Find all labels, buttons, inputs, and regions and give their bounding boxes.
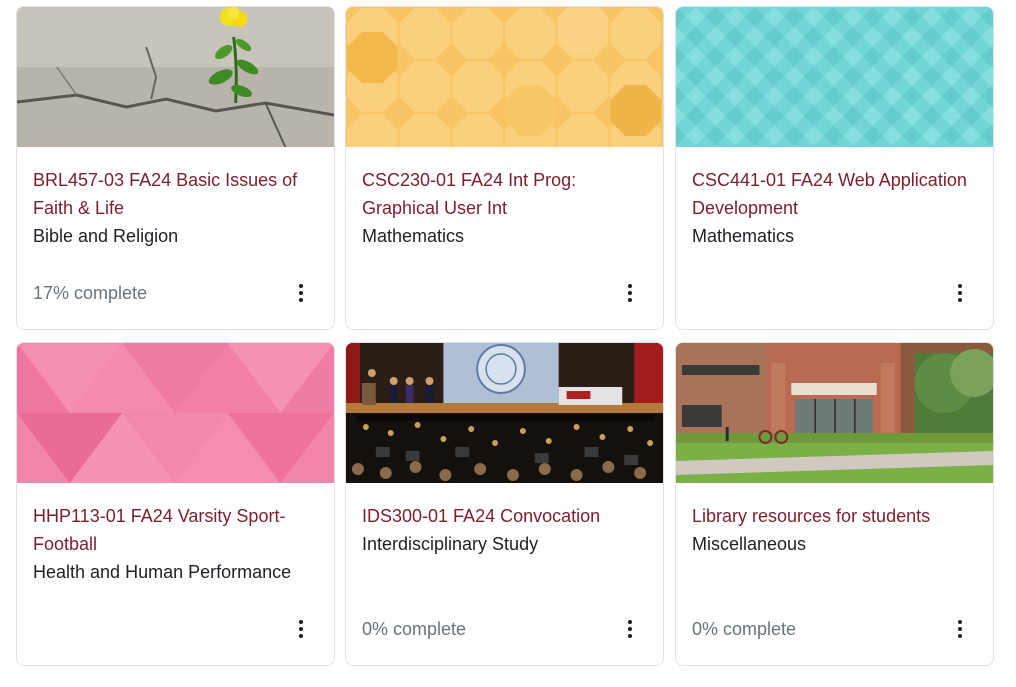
three-dots-vertical-icon [299, 284, 303, 288]
teal-diamond-pattern [676, 7, 993, 147]
course-card: IDS300-01 FA24 Convocation Interdiscipli… [345, 342, 664, 666]
pink-triangle-pattern [17, 343, 334, 483]
course-actions-menu-button[interactable] [622, 281, 638, 305]
three-dots-vertical-icon [628, 284, 632, 288]
course-category: Mathematics [692, 226, 795, 246]
course-name-link[interactable]: CSC230-01 FA24 Int Prog: Graphical User … [362, 166, 649, 222]
library-building-photo [676, 343, 993, 483]
course-name-link[interactable]: BRL457-03 FA24 Basic Issues of Faith & L… [33, 166, 320, 222]
course-progress-text: 17% complete [33, 283, 148, 303]
course-name-link[interactable]: CSC441-01 FA24 Web Application Developme… [692, 166, 979, 222]
course-category: Health and Human Performance [33, 562, 292, 582]
course-category: Bible and Religion [33, 226, 179, 246]
course-card: Library resources for students Miscellan… [675, 342, 994, 666]
course-actions-menu-button[interactable] [952, 281, 968, 305]
course-progress-text: 0% complete [362, 619, 467, 639]
three-dots-vertical-icon [958, 284, 962, 288]
course-image[interactable] [676, 343, 993, 483]
course-actions-menu-button[interactable] [293, 617, 309, 641]
course-category: Interdisciplinary Study [362, 534, 539, 554]
course-card: HHP113-01 FA24 Varsity Sport-Football He… [16, 342, 335, 666]
course-category: Mathematics [362, 226, 465, 246]
course-name-link[interactable]: HHP113-01 FA24 Varsity Sport-Football [33, 502, 320, 558]
course-card: CSC230-01 FA24 Int Prog: Graphical User … [345, 6, 664, 330]
orange-octagon-pattern [346, 7, 663, 147]
course-actions-menu-button[interactable] [622, 617, 638, 641]
course-image[interactable] [346, 7, 663, 147]
three-dots-vertical-icon [628, 620, 632, 624]
course-progress-text: 0% complete [692, 619, 797, 639]
course-card: CSC441-01 FA24 Web Application Developme… [675, 6, 994, 330]
convocation-ceremony-photo [346, 343, 663, 483]
course-image[interactable] [17, 343, 334, 483]
course-image[interactable] [346, 343, 663, 483]
course-actions-menu-button[interactable] [952, 617, 968, 641]
course-name-link[interactable]: IDS300-01 FA24 Convocation [362, 502, 649, 530]
course-actions-menu-button[interactable] [293, 281, 309, 305]
sprout-through-pavement-photo [17, 7, 334, 147]
course-image[interactable] [676, 7, 993, 147]
course-name-link[interactable]: Library resources for students [692, 502, 979, 530]
course-category: Miscellaneous [692, 534, 807, 554]
three-dots-vertical-icon [299, 620, 303, 624]
course-image[interactable] [17, 7, 334, 147]
course-card: BRL457-03 FA24 Basic Issues of Faith & L… [16, 6, 335, 330]
three-dots-vertical-icon [958, 620, 962, 624]
